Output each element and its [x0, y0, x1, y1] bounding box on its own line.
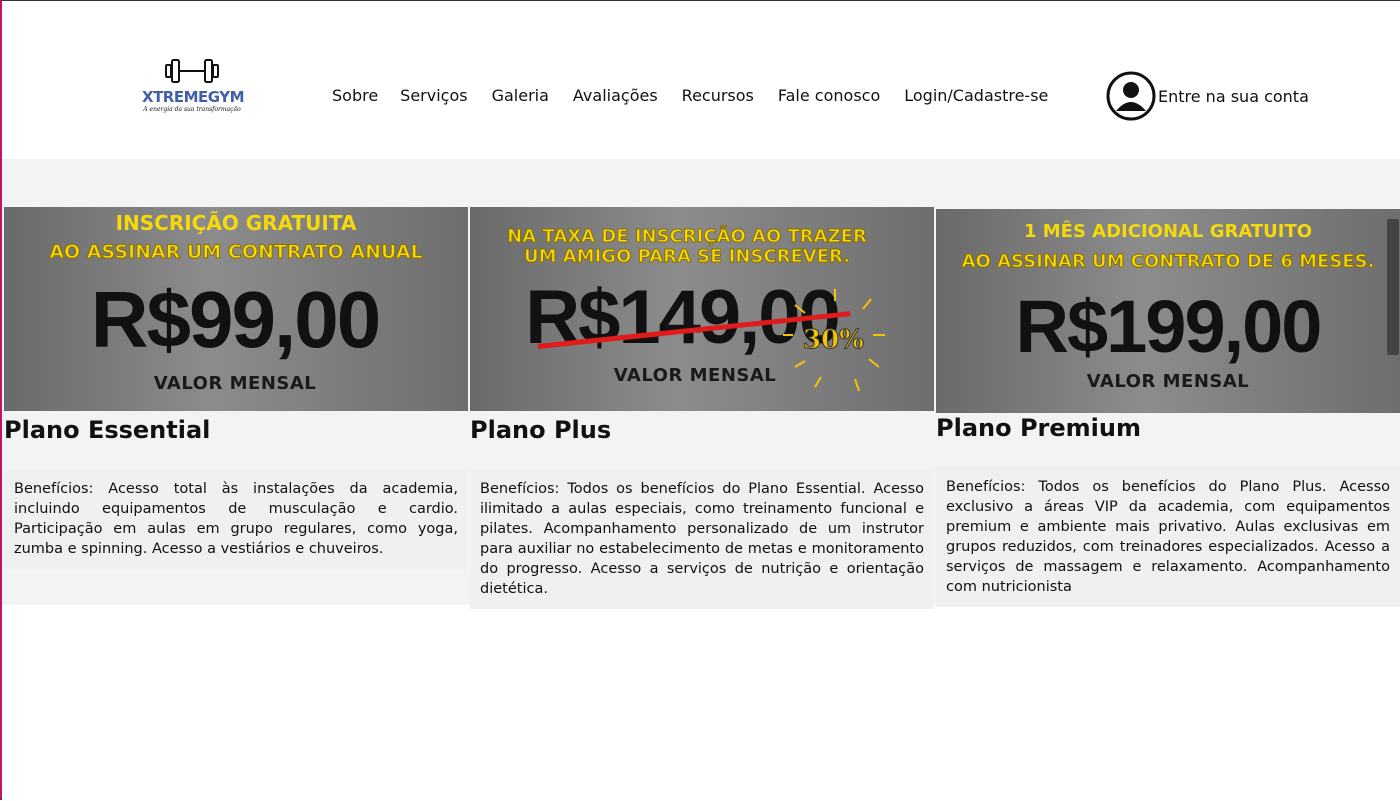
- plan-price: R$99,00: [90, 275, 381, 364]
- promo-subline: UM AMIGO PARA SE INSCREVER.: [523, 246, 851, 267]
- scrollbar-thumb[interactable]: [1387, 219, 1399, 355]
- plan-banner: 1 MÊS ADICIONAL GRATUITO AO ASSINAR UM C…: [936, 209, 1400, 413]
- plan-title: Plano Premium: [936, 414, 1141, 442]
- plan-title: Plano Plus: [470, 416, 612, 444]
- plan-card-essential: INSCRIÇÃO GRATUITA AO ASSINAR UM CONTRAT…: [4, 207, 468, 569]
- promo-headline: NA TAXA DE INSCRIÇÃO AO TRAZER: [507, 226, 868, 247]
- plan-title: Plano Essential: [4, 416, 211, 444]
- account-label: Entre na sua conta: [1158, 86, 1309, 106]
- nav-servicos[interactable]: Serviços: [400, 85, 467, 109]
- user-circle-icon: [1106, 71, 1156, 121]
- plan-banner: INSCRIÇÃO GRATUITA AO ASSINAR UM CONTRAT…: [4, 207, 468, 411]
- plan-banner: NA TAXA DE INSCRIÇÃO AO TRAZER UM AMIGO …: [470, 207, 934, 411]
- nav-recursos[interactable]: Recursos: [682, 85, 754, 109]
- price-period-label: VALOR MENSAL: [613, 365, 777, 386]
- dumbbell-icon: [165, 59, 219, 83]
- promo-headline: INSCRIÇÃO GRATUITA: [115, 211, 357, 235]
- page-background: [2, 605, 1400, 801]
- promo-subline: AO ASSINAR UM CONTRATO ANUAL: [49, 241, 423, 264]
- nav-sobre[interactable]: Sobre: [332, 85, 378, 109]
- site-header: XTREMEGYM A energia da sua transformação…: [2, 1, 1400, 159]
- price-period-label: VALOR MENSAL: [1086, 371, 1250, 392]
- account-link[interactable]: Entre na sua conta: [1106, 71, 1309, 121]
- plan-price: R$199,00: [1015, 285, 1323, 368]
- nav-fale-conosco[interactable]: Fale conosco: [778, 85, 880, 109]
- nav-login-cadastro[interactable]: Login/Cadastre-se: [904, 85, 1048, 109]
- brand-name: XTREMEGYM: [142, 88, 245, 106]
- main-nav: Sobre Serviços Galeria Avaliações Recurs…: [332, 85, 1072, 109]
- promo-headline: 1 MÊS ADICIONAL GRATUITO: [1023, 221, 1313, 242]
- nav-avaliacoes[interactable]: Avaliações: [573, 85, 658, 109]
- price-period-label: VALOR MENSAL: [153, 373, 317, 394]
- nav-galeria[interactable]: Galeria: [492, 85, 549, 109]
- plan-card-premium: 1 MÊS ADICIONAL GRATUITO AO ASSINAR UM C…: [936, 207, 1400, 607]
- plan-card-plus: NA TAXA DE INSCRIÇÃO AO TRAZER UM AMIGO …: [470, 207, 934, 609]
- brand-logo[interactable]: XTREMEGYM A energia da sua transformação: [142, 56, 245, 128]
- brand-tagline: A energia da sua transformação: [143, 106, 241, 113]
- plan-benefits: Benefícios: Acesso total às instalações …: [4, 469, 468, 569]
- plan-benefits: Benefícios: Todos os benefícios do Plano…: [470, 469, 934, 609]
- promo-subline: AO ASSINAR UM CONTRATO DE 6 MESES.: [961, 251, 1375, 273]
- plan-benefits: Benefícios: Todos os benefícios do Plano…: [936, 467, 1400, 607]
